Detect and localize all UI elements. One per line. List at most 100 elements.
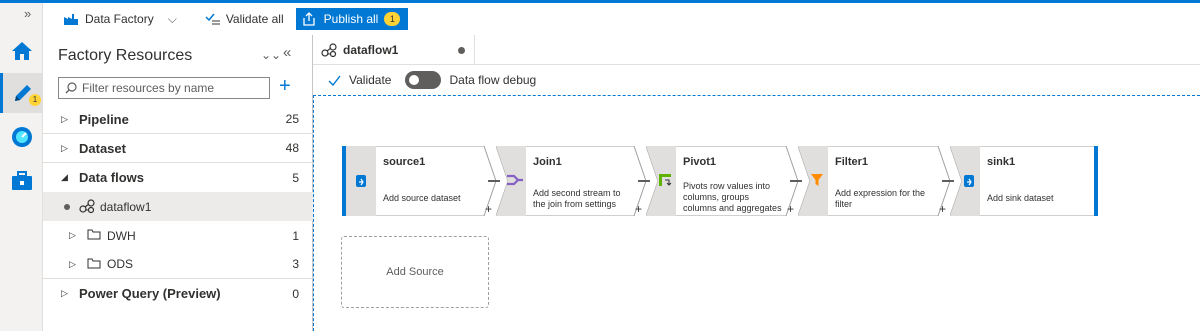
top-toolbar: Data Factory ⌵ Validate all Publish all … <box>43 3 1200 35</box>
node-description: Add second stream to the join from setti… <box>533 188 621 209</box>
node-title: Join1 <box>533 156 562 168</box>
tree-item-data-flows[interactable]: ◢ Data flows 5 <box>43 163 313 192</box>
manage-button[interactable] <box>0 161 43 201</box>
factory-icon <box>64 14 78 25</box>
add-transform-button[interactable]: + <box>485 202 492 216</box>
author-badge: 1 <box>29 94 41 106</box>
collapse-all-icon[interactable]: ⌄⌄ <box>261 48 281 62</box>
dataflow-icon <box>321 43 337 58</box>
document-tab-bar: dataflow1 <box>313 35 1200 65</box>
home-icon <box>11 42 32 60</box>
filter-icon <box>811 174 823 186</box>
tree-item-dwh[interactable]: ▷ DWH 1 <box>43 221 313 250</box>
expand-rail-icon[interactable]: » <box>24 6 31 21</box>
toolbox-icon <box>11 171 32 190</box>
validate-all-label: Validate all <box>225 12 284 26</box>
publish-badge: 1 <box>384 12 401 26</box>
node-filter1[interactable]: Filter1 Add expression for the filter + <box>798 146 950 216</box>
publish-all-button[interactable]: Publish all 1 <box>295 8 409 30</box>
folder-icon <box>87 229 101 240</box>
node-description: Pivots row values into columns, groups c… <box>683 181 782 213</box>
validate-button[interactable]: Validate <box>328 73 391 87</box>
tree-item-label: DWH <box>107 228 136 243</box>
node-description: Add source dataset <box>383 193 461 203</box>
unsaved-dot <box>458 47 465 54</box>
home-button[interactable] <box>0 31 43 71</box>
tree-item-label: ODS <box>107 257 134 271</box>
search-input[interactable] <box>82 81 267 95</box>
tab-label: dataflow1 <box>343 43 399 57</box>
dataflow-canvas[interactable]: source1 Add source dataset + Join1 Add s… <box>313 95 1200 331</box>
node-sink1[interactable]: sink1 Add sink dataset <box>950 146 1096 216</box>
data-factory-selector[interactable]: Data Factory ⌵ <box>63 8 177 30</box>
validate-label: Validate <box>349 73 392 87</box>
source-icon <box>356 175 366 187</box>
add-source-label: Add Source <box>386 266 444 278</box>
checkmark-icon <box>328 75 341 86</box>
caret-down-icon: ◢ <box>61 172 68 182</box>
caret-right-icon: ▷ <box>61 142 68 153</box>
unsaved-dot <box>64 203 70 210</box>
tree-item-label: dataflow1 <box>100 199 152 214</box>
tab-dataflow1[interactable]: dataflow1 <box>313 35 475 65</box>
publish-icon <box>302 12 315 26</box>
tree-item-pipeline[interactable]: ▷ Pipeline 25 <box>43 105 313 134</box>
add-transform-button[interactable]: + <box>635 202 642 216</box>
caret-right-icon: ▷ <box>61 288 68 298</box>
sink-edge-bar <box>1094 146 1098 216</box>
tree-item-ods[interactable]: ▷ ODS 3 <box>43 250 313 279</box>
tree-item-label: Dataset <box>79 140 126 156</box>
pivot-icon <box>659 174 672 186</box>
tree-item-count: 25 <box>285 112 299 126</box>
collapse-panel-icon[interactable]: « <box>283 44 291 61</box>
data-factory-label: Data Factory <box>85 12 154 26</box>
tree-item-count: 3 <box>292 257 299 271</box>
tree-item-count: 48 <box>285 141 299 155</box>
left-rail: » 1 <box>0 3 43 331</box>
publish-all-label: Publish all <box>323 12 379 26</box>
join-icon <box>507 174 523 186</box>
tree-item-count: 1 <box>292 228 299 243</box>
tree-item-label: Power Query (Preview) <box>79 286 221 301</box>
toggle-knob <box>409 75 420 85</box>
add-source-button[interactable]: Add Source <box>341 236 489 308</box>
monitor-button[interactable] <box>0 117 43 157</box>
panel-title: Factory Resources <box>58 47 193 64</box>
validate-all-button[interactable]: Validate all <box>205 8 284 30</box>
node-description: Add sink dataset <box>987 193 1054 203</box>
node-source1[interactable]: source1 Add source dataset + <box>346 146 496 216</box>
tree-item-label: Data flows <box>79 170 145 185</box>
tree-item-dataset[interactable]: ▷ Dataset 48 <box>43 134 313 163</box>
node-title: Pivot1 <box>683 156 717 168</box>
canvas-toolbar: Validate Data flow debug <box>313 66 1200 94</box>
tree-item-count: 5 <box>292 170 299 185</box>
tree-item-label: Pipeline <box>79 111 129 127</box>
caret-right-icon: ▷ <box>61 113 68 124</box>
validate-list-icon <box>205 13 220 25</box>
chevron-down-icon: ⌵ <box>167 11 177 26</box>
sink-icon <box>964 175 974 187</box>
data-flow-debug-label: Data flow debug <box>449 73 537 87</box>
monitor-icon <box>11 127 32 147</box>
add-transform-button[interactable]: + <box>939 202 946 216</box>
tree-item-power-query[interactable]: ▷ Power Query (Preview) 0 <box>43 279 313 308</box>
data-flow-debug-toggle[interactable] <box>405 71 442 89</box>
node-title: source1 <box>383 156 426 168</box>
factory-resources-panel: Factory Resources ⌄⌄ « + ▷ Pipeline 25 ▷… <box>43 35 313 331</box>
folder-icon <box>87 258 101 269</box>
add-transform-button[interactable]: + <box>787 202 794 216</box>
node-description: Add expression for the filter <box>835 188 926 209</box>
node-title: Filter1 <box>835 156 869 168</box>
node-pivot1[interactable]: Pivot1 Pivots row values into columns, g… <box>646 146 798 216</box>
search-icon <box>65 82 77 94</box>
tree-item-count: 0 <box>292 286 299 301</box>
search-box <box>58 77 270 99</box>
author-button[interactable]: 1 <box>0 73 43 113</box>
resource-tree: ▷ Pipeline 25 ▷ Dataset 48 ◢ Data flows … <box>43 105 313 308</box>
add-resource-button[interactable]: + <box>279 75 291 97</box>
caret-right-icon: ▷ <box>69 258 76 269</box>
node-join1[interactable]: Join1 Add second stream to the join from… <box>496 146 646 216</box>
dataflow-icon <box>79 199 95 214</box>
node-title: sink1 <box>987 156 1016 168</box>
tree-item-dataflow1[interactable]: dataflow1 <box>43 192 313 221</box>
